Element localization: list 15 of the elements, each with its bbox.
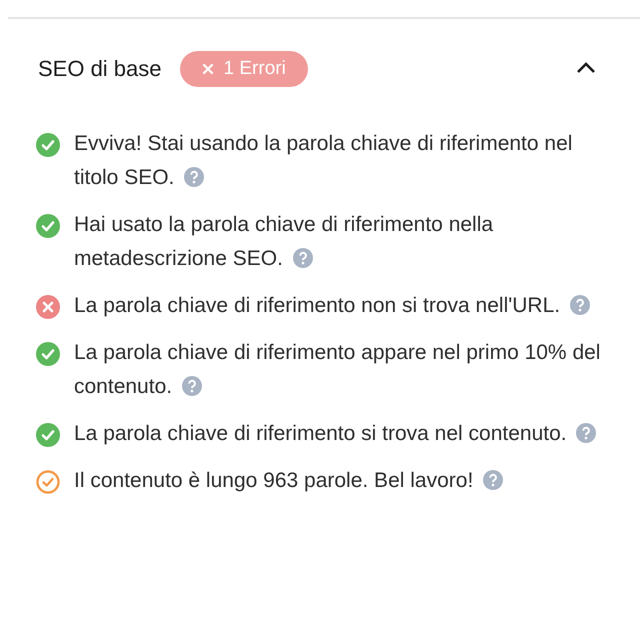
close-icon <box>202 63 214 75</box>
check-result-text: Hai usato la parola chiave di riferimento nella metadescrizione SEO. <box>74 212 494 272</box>
help-icon[interactable] <box>292 248 313 268</box>
help-icon[interactable] <box>483 470 504 490</box>
check-result-text: Il contenuto è lungo 963 parole. Bel lavoro! <box>74 464 604 498</box>
help-icon[interactable] <box>576 423 596 443</box>
help-icon[interactable] <box>570 295 590 315</box>
check-result-text: Evviva! Stai usando la parola chiave di riferimento nel titolo SEO. <box>74 131 574 191</box>
help-icon[interactable] <box>184 167 204 187</box>
check-result-text: La parola chiave di riferimento appare nel primo 10% del contenuto. <box>74 340 602 400</box>
check-result-text: La parola chiave di riferimento si trova nel contenuto. <box>74 417 604 451</box>
check-result-text: La parola chiave di riferimento non si trova nell'URL. <box>74 289 604 323</box>
section-title: SEO di base <box>38 56 162 82</box>
error-badge: 1 Errori <box>180 51 308 87</box>
help-icon[interactable] <box>182 376 202 396</box>
